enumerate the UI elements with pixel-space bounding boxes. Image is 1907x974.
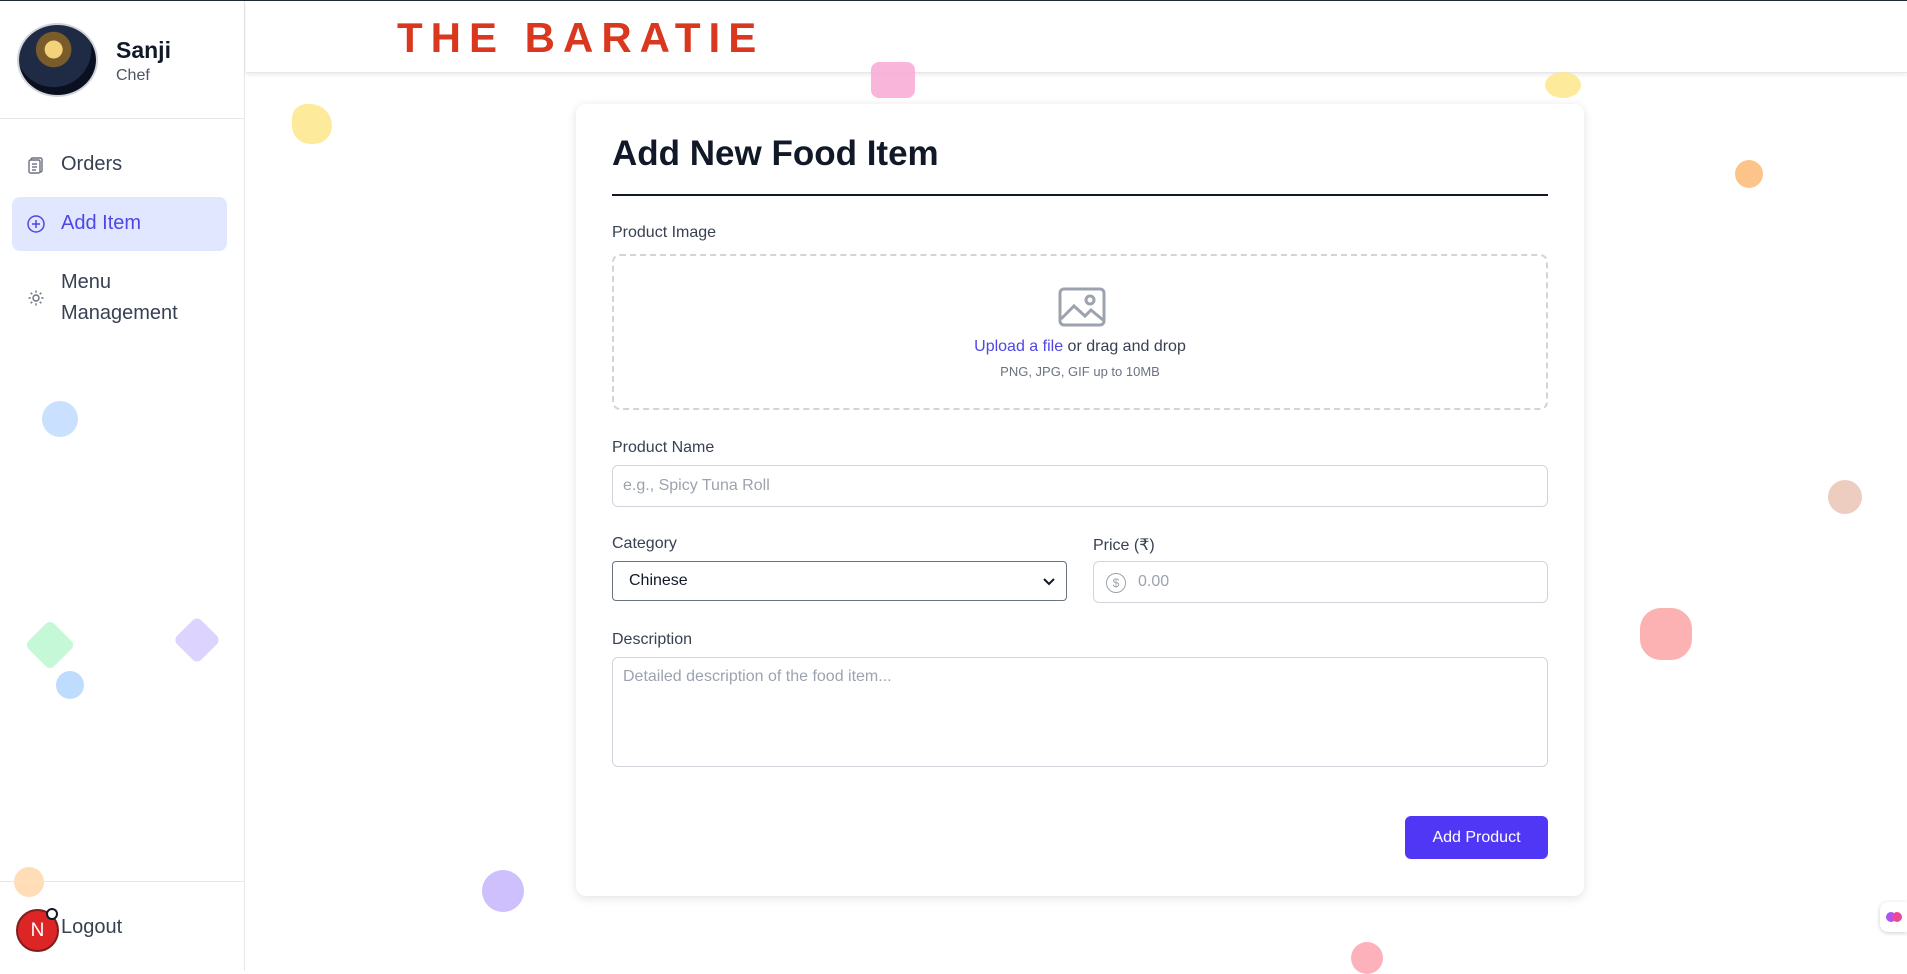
hotdog-icon (1640, 608, 1692, 660)
upload-hint: PNG, JPG, GIF up to 10MB (1000, 364, 1160, 379)
frying-pan-icon (482, 870, 524, 912)
decorative-food-icon (56, 671, 84, 699)
cupcake-icon (871, 62, 915, 98)
description-label: Description (612, 631, 693, 648)
add-product-button[interactable]: Add Product (1405, 816, 1548, 859)
logout-button[interactable]: Logout (61, 916, 122, 939)
sidebar-item-add-item[interactable]: Add Item (12, 197, 227, 251)
profile-role: Chef (116, 67, 150, 84)
page-title: Add New Food Item (612, 134, 939, 173)
decorative-food-icon (172, 615, 222, 665)
category-select[interactable]: Chinese (612, 561, 1067, 601)
chevron-down-icon (1043, 578, 1055, 586)
price-label: Price (₹) (1093, 537, 1155, 554)
donut-icon (1828, 480, 1862, 514)
product-name-input[interactable] (612, 465, 1548, 507)
image-icon (1058, 287, 1106, 327)
currency-icon: $ (1106, 573, 1126, 593)
category-label: Category (612, 535, 677, 552)
sidebar-item-label: Menu Management (61, 271, 178, 324)
sidebar-item-menu-management[interactable]: Menu Management (12, 264, 227, 330)
brain-icon (1886, 912, 1902, 922)
logout-area: N Logout (0, 881, 245, 972)
upload-instructions: Upload a file or drag and drop (614, 338, 1546, 356)
decorative-food-icon (24, 619, 76, 671)
brand-title: THE BARATIE (397, 14, 765, 61)
sidebar-item-label: Orders (61, 153, 123, 175)
dumpling-icon (1545, 72, 1581, 98)
drumstick-icon (1735, 160, 1763, 188)
product-image-label: Product Image (612, 224, 717, 241)
clipboard-icon (28, 157, 43, 174)
title-divider (612, 194, 1548, 196)
status-dot (46, 908, 58, 920)
strawberry-icon (1351, 942, 1383, 974)
decorative-food-icon (42, 401, 78, 437)
pizza-icon (292, 104, 332, 144)
sidebar-item-label: Add Item (61, 212, 142, 234)
top-header: THE BARATIE (246, 1, 1907, 73)
description-textarea[interactable] (612, 657, 1548, 767)
profile-name: Sanji (116, 37, 171, 63)
profile-card: Sanji Chef (0, 1, 245, 119)
add-item-card: Add New Food Item Product Image Upload a… (576, 104, 1584, 896)
upload-drag-text: or drag and drop (1063, 338, 1186, 355)
upload-file-link[interactable]: Upload a file (974, 338, 1063, 355)
sidebar-item-orders[interactable]: Orders (12, 145, 227, 185)
product-name-label: Product Name (612, 439, 715, 456)
avatar[interactable] (19, 25, 96, 95)
image-dropzone[interactable]: Upload a file or drag and drop PNG, JPG,… (612, 254, 1548, 410)
plus-circle-icon (27, 215, 45, 233)
assistant-widget-button[interactable] (1880, 902, 1907, 932)
sidebar: Sanji Chef Orders Add Item Menu Manageme… (0, 1, 245, 971)
price-input[interactable] (1093, 561, 1548, 603)
gear-icon (28, 290, 44, 306)
category-selected-value: Chinese (629, 572, 688, 589)
